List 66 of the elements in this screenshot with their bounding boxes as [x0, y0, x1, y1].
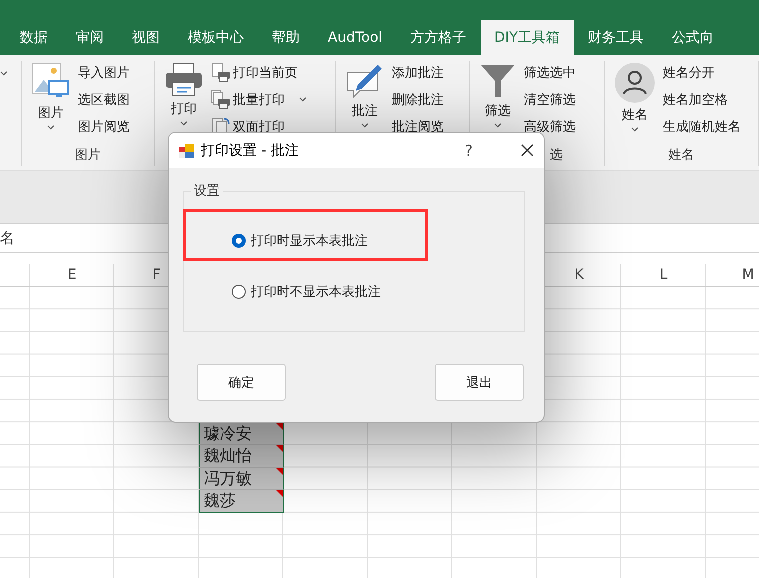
ribbon-tab[interactable]: 模板中心	[174, 20, 258, 55]
selected-cell: 冯万敏	[199, 468, 284, 490]
filter-icon	[480, 63, 516, 99]
group-label: 姓名	[668, 147, 694, 164]
caret-icon	[47, 125, 55, 130]
ribbon-command[interactable]: 清空筛选	[524, 88, 576, 111]
selected-cell: 璩冷安	[199, 422, 284, 446]
caret-icon	[494, 123, 502, 128]
selected-cell: 魏灿怡	[199, 445, 284, 468]
person-icon	[615, 63, 655, 103]
radio-button[interactable]	[232, 285, 246, 299]
ribbon-tab[interactable]: AudTool	[314, 20, 397, 55]
ribbon-command[interactable]: 选区截图	[78, 88, 130, 111]
ribbon-tab[interactable]: 公式向	[658, 20, 728, 55]
name-box-text: 名	[0, 228, 15, 248]
comment-marker-icon	[276, 468, 282, 475]
ribbon-command[interactable]: 姓名加空格	[663, 88, 741, 111]
ribbon-tab[interactable]: 数据	[6, 20, 62, 55]
ribbon-command[interactable]: 高级筛选	[524, 115, 576, 138]
ribbon-tab[interactable]: 方方格子	[396, 20, 481, 55]
column-header: M	[742, 267, 754, 283]
group-label: 选	[550, 147, 563, 164]
caret-icon	[299, 97, 307, 102]
ribbon-command[interactable]: 图片阅览	[78, 115, 130, 138]
ribbon-tab[interactable]: 帮助	[258, 20, 314, 55]
column-header: E	[68, 267, 77, 283]
comment-marker-icon	[276, 422, 282, 430]
printer-icon	[165, 63, 203, 97]
radio-label[interactable]: 打印时不显示本表批注	[251, 283, 381, 301]
ribbon-command[interactable]: 导入图片	[78, 61, 130, 84]
caret-icon	[631, 127, 639, 132]
large-ribbon-button[interactable]: 图片	[30, 61, 72, 146]
radio-label[interactable]: 打印时显示本表批注	[251, 232, 368, 250]
caret-icon	[0, 71, 8, 76]
comment-marker-icon	[276, 490, 282, 498]
ribbon-tab[interactable]: 视图	[118, 20, 174, 55]
radio-button[interactable]	[232, 234, 246, 248]
dialog-button[interactable]: 确定	[197, 364, 286, 401]
ribbon-command[interactable]: 生成随机姓名	[663, 115, 741, 138]
ribbon-command[interactable]: 打印当前页	[211, 61, 307, 84]
column-header: K	[574, 267, 584, 283]
ribbon-command[interactable]: 删除批注	[392, 88, 444, 111]
page-printer-icon	[211, 62, 231, 82]
ribbon-command[interactable]: 筛选选中	[524, 61, 576, 84]
pages-printer-icon	[211, 90, 231, 110]
comment-marker-icon	[276, 445, 282, 452]
caret-icon	[180, 121, 188, 126]
group-label: 图片	[75, 147, 101, 164]
large-ribbon-button[interactable]: 姓名	[613, 61, 657, 146]
caret-icon	[361, 123, 369, 128]
ribbon-command[interactable]: 批量打印	[211, 88, 307, 111]
ribbon-tab[interactable]: 审阅	[62, 20, 118, 55]
ribbon-tab[interactable]: DIY工具箱	[480, 20, 574, 55]
ribbon-tab[interactable]: 财务工具	[574, 20, 658, 55]
ribbon-command[interactable]: 添加批注	[392, 61, 444, 84]
selected-cell: 魏莎	[199, 490, 284, 513]
dialog-title: 打印设置 - 批注	[201, 142, 300, 160]
large-ribbon-button[interactable]: 筛选	[478, 61, 518, 146]
help-button[interactable]: ?	[459, 140, 479, 160]
dialog-button[interactable]: 退出	[435, 364, 524, 401]
close-icon[interactable]	[521, 144, 534, 157]
column-header: F	[152, 267, 161, 283]
comment-pencil-icon	[346, 63, 384, 99]
column-header: L	[660, 267, 668, 283]
app-icon	[179, 144, 195, 158]
ribbon-command[interactable]: 姓名分开	[663, 61, 741, 84]
